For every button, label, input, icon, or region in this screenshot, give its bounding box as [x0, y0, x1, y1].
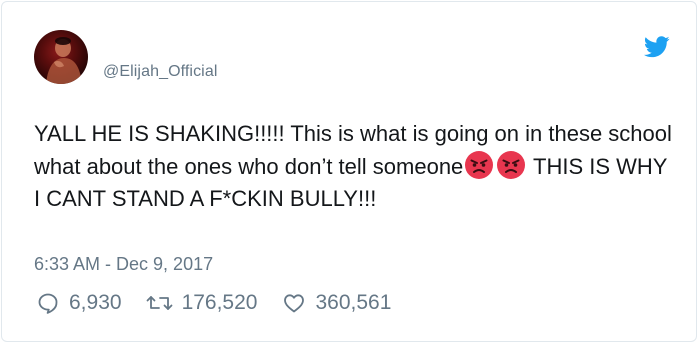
- reply-count: 6,930: [69, 291, 122, 314]
- tweet-actions: 6,930 176,520 360,561: [36, 288, 391, 318]
- like-button[interactable]: 360,561: [282, 291, 391, 315]
- tweet-text: YALL HE IS SHAKING!!!!! This is what is …: [34, 118, 674, 215]
- retweet-count: 176,520: [181, 291, 258, 314]
- avatar[interactable]: [34, 30, 88, 84]
- reply-icon: [38, 293, 58, 314]
- reply-button[interactable]: 6,930: [36, 291, 122, 315]
- tweet-card: @Elijah_Official YALL HE IS SHAKING!!!!!…: [1, 1, 697, 342]
- retweet-button[interactable]: 176,520: [146, 291, 258, 315]
- like-count: 360,561: [315, 291, 392, 314]
- tweet-timestamp[interactable]: 6:33 AM - Dec 9, 2017: [34, 254, 213, 275]
- heart-icon: [284, 294, 305, 313]
- author-handle[interactable]: @Elijah_Official: [103, 63, 217, 81]
- twitter-bird-icon[interactable]: [643, 36, 670, 58]
- angry-face-emoji: [464, 150, 494, 180]
- angry-face-emoji: [496, 150, 526, 180]
- retweet-icon: [146, 296, 172, 310]
